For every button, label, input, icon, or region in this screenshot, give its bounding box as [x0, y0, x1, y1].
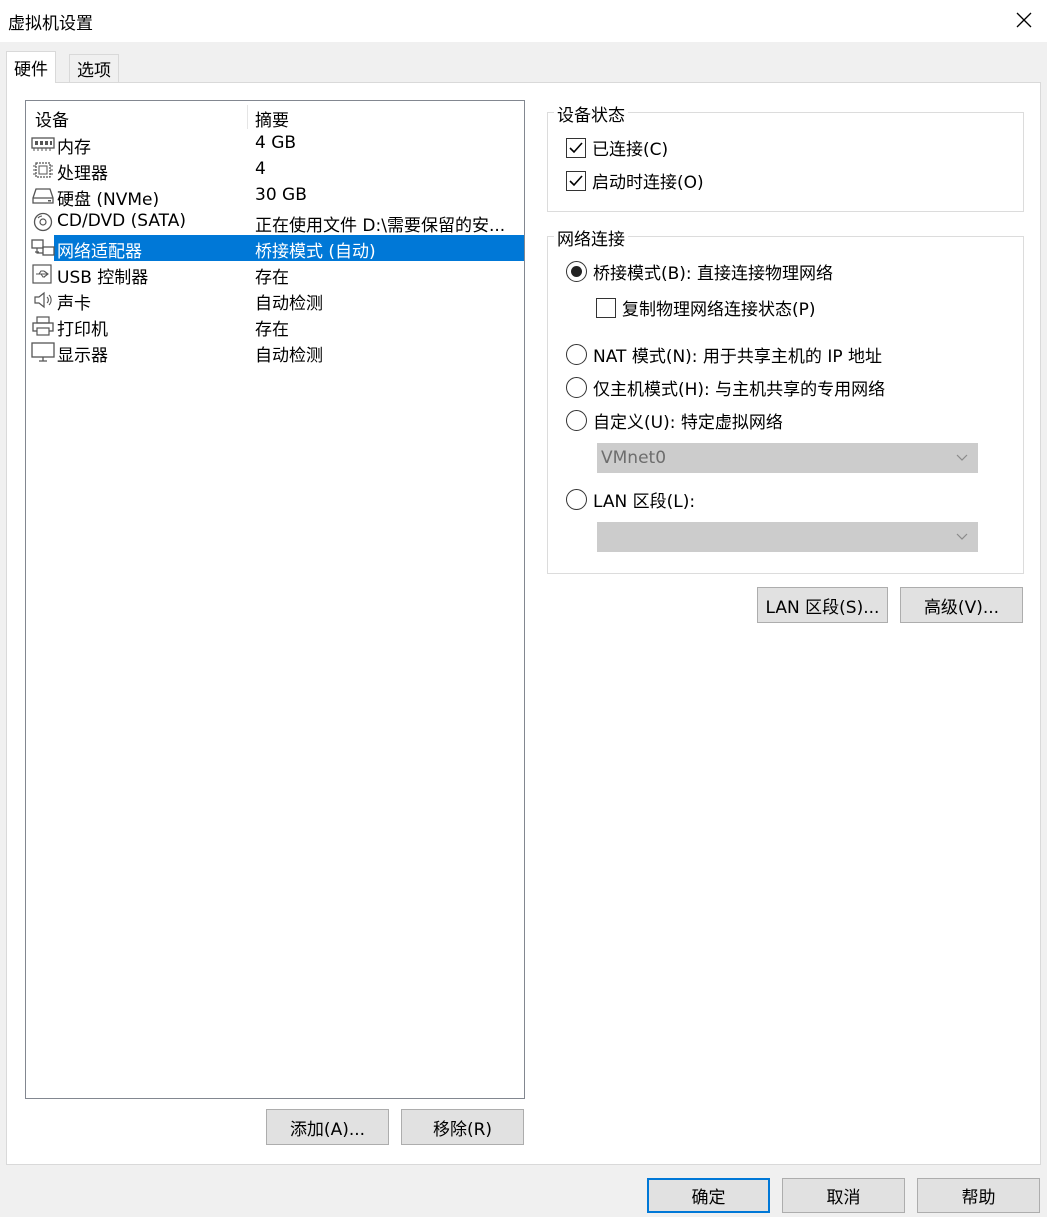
- device-name: 声卡: [57, 294, 91, 314]
- checkbox-box: [566, 170, 586, 191]
- ok-button[interactable]: 确定: [647, 1178, 770, 1213]
- radio-circle: [566, 344, 587, 365]
- hard-disk-icon: [32, 188, 54, 204]
- nat-label: NAT 模式(N): 用于共享主机的 IP 地址: [593, 347, 882, 367]
- replicate-state-checkbox[interactable]: 复制物理网络连接状态(P): [596, 295, 816, 320]
- column-header-summary[interactable]: 摘要: [255, 106, 289, 131]
- memory-icon: [31, 137, 55, 151]
- checkmark-icon: [569, 141, 583, 153]
- vm-settings-window: 虚拟机设置 硬件 选项 设备 摘要 内存 4 GB 处理器 4 硬盘 (NVMe…: [0, 0, 1047, 1217]
- sound-card-icon: [34, 291, 52, 309]
- processor-icon: [33, 162, 53, 178]
- connect-at-power-on-label: 启动时连接(O): [592, 173, 704, 193]
- device-summary: 正在使用文件 D:\需要保留的安...: [255, 216, 506, 236]
- column-header-device[interactable]: 设备: [35, 106, 69, 131]
- device-status-title: 设备状态: [554, 101, 628, 126]
- device-name: 内存: [57, 138, 91, 158]
- radio-circle: [566, 261, 587, 282]
- checkbox-box: [566, 137, 586, 158]
- host-only-label: 仅主机模式(H): 与主机共享的专用网络: [593, 380, 886, 400]
- radio-circle: [566, 410, 587, 431]
- bridged-radio[interactable]: 桥接模式(B): 直接连接物理网络: [566, 259, 833, 284]
- device-name: 打印机: [57, 320, 108, 340]
- tab-hardware-label: 硬件: [14, 60, 48, 80]
- chevron-down-icon: [956, 454, 968, 461]
- network-adapter-icon: [31, 239, 55, 256]
- device-name: CD/DVD (SATA): [57, 211, 186, 231]
- bridged-label: 桥接模式(B): 直接连接物理网络: [593, 264, 834, 284]
- device-summary: 自动检测: [255, 294, 323, 314]
- device-summary: 自动检测: [255, 346, 323, 366]
- device-summary: 存在: [255, 320, 289, 340]
- device-name: 硬盘 (NVMe): [57, 190, 160, 210]
- lan-segment-radio[interactable]: LAN 区段(L):: [566, 487, 695, 512]
- chevron-down-icon: [956, 533, 968, 540]
- add-button[interactable]: 添加(A)...: [266, 1109, 389, 1145]
- usb-icon: [32, 264, 52, 284]
- connected-checkbox[interactable]: 已连接(C): [566, 135, 668, 160]
- device-name: 网络适配器: [57, 242, 142, 262]
- window-title: 虚拟机设置: [8, 14, 93, 34]
- device-summary: 4: [255, 159, 266, 179]
- close-button[interactable]: [1001, 0, 1047, 40]
- list-header: 设备 摘要: [26, 101, 524, 131]
- device-row-processor[interactable]: 处理器 4: [28, 157, 524, 184]
- connected-label: 已连接(C): [592, 140, 669, 160]
- device-summary: 30 GB: [255, 185, 307, 205]
- advanced-button[interactable]: 高级(V)...: [900, 587, 1023, 623]
- device-row-memory[interactable]: 内存 4 GB: [28, 131, 524, 158]
- lan-segments-button[interactable]: LAN 区段(S)...: [757, 587, 888, 623]
- network-connection-title: 网络连接: [554, 225, 628, 250]
- help-button[interactable]: 帮助: [917, 1178, 1040, 1213]
- device-name: 显示器: [57, 346, 108, 366]
- close-icon: [1016, 12, 1032, 28]
- device-name: USB 控制器: [57, 268, 149, 288]
- checkmark-icon: [569, 174, 583, 186]
- device-status-group: 设备状态 已连接(C) 启动时连接(O): [547, 101, 1024, 212]
- radio-circle: [566, 377, 587, 398]
- hardware-panel: 设备 摘要 内存 4 GB 处理器 4 硬盘 (NVMe) 30 GB CD/D…: [6, 82, 1041, 1165]
- lan-segment-label: LAN 区段(L):: [593, 492, 696, 512]
- device-row-hard-disk[interactable]: 硬盘 (NVMe) 30 GB: [28, 183, 524, 210]
- device-summary: 存在: [255, 268, 289, 288]
- network-connection-group: 网络连接 桥接模式(B): 直接连接物理网络 复制物理网络连接状态(P) NAT…: [547, 225, 1024, 574]
- device-list[interactable]: 设备 摘要 内存 4 GB 处理器 4 硬盘 (NVMe) 30 GB CD/D…: [25, 100, 525, 1099]
- device-row-usb[interactable]: USB 控制器 存在: [28, 261, 524, 288]
- printer-icon: [32, 316, 54, 336]
- device-summary: 4 GB: [255, 133, 297, 153]
- device-row-network-adapter[interactable]: 网络适配器 桥接模式 (自动): [28, 235, 524, 262]
- cancel-button[interactable]: 取消: [782, 1178, 905, 1213]
- host-only-radio[interactable]: 仅主机模式(H): 与主机共享的专用网络: [566, 375, 885, 400]
- column-separator[interactable]: [247, 105, 248, 129]
- custom-network-select[interactable]: VMnet0: [597, 443, 978, 473]
- device-row-cd-dvd[interactable]: CD/DVD (SATA) 正在使用文件 D:\需要保留的安...: [28, 209, 524, 236]
- lan-segment-select[interactable]: [597, 522, 978, 552]
- tab-options[interactable]: 选项: [69, 54, 119, 82]
- nat-radio[interactable]: NAT 模式(N): 用于共享主机的 IP 地址: [566, 342, 882, 367]
- title-bar: 虚拟机设置: [0, 0, 1047, 42]
- device-name: 处理器: [57, 164, 108, 184]
- custom-label: 自定义(U): 特定虚拟网络: [593, 413, 783, 433]
- device-row-printer[interactable]: 打印机 存在: [28, 313, 524, 340]
- checkbox-box: [596, 297, 616, 318]
- custom-radio[interactable]: 自定义(U): 特定虚拟网络: [566, 408, 783, 433]
- custom-network-value: VMnet0: [601, 448, 667, 468]
- remove-button[interactable]: 移除(R): [401, 1109, 524, 1145]
- cd-dvd-icon: [33, 212, 53, 232]
- radio-circle: [566, 489, 587, 510]
- replicate-state-label: 复制物理网络连接状态(P): [622, 300, 816, 320]
- device-row-display[interactable]: 显示器 自动检测: [28, 339, 524, 366]
- display-icon: [31, 342, 55, 362]
- device-summary: 桥接模式 (自动): [255, 242, 376, 262]
- connect-at-power-on-checkbox[interactable]: 启动时连接(O): [566, 168, 704, 193]
- tab-options-label: 选项: [77, 61, 111, 81]
- device-row-sound-card[interactable]: 声卡 自动检测: [28, 287, 524, 314]
- tab-hardware[interactable]: 硬件: [6, 51, 56, 83]
- radio-dot: [571, 266, 582, 277]
